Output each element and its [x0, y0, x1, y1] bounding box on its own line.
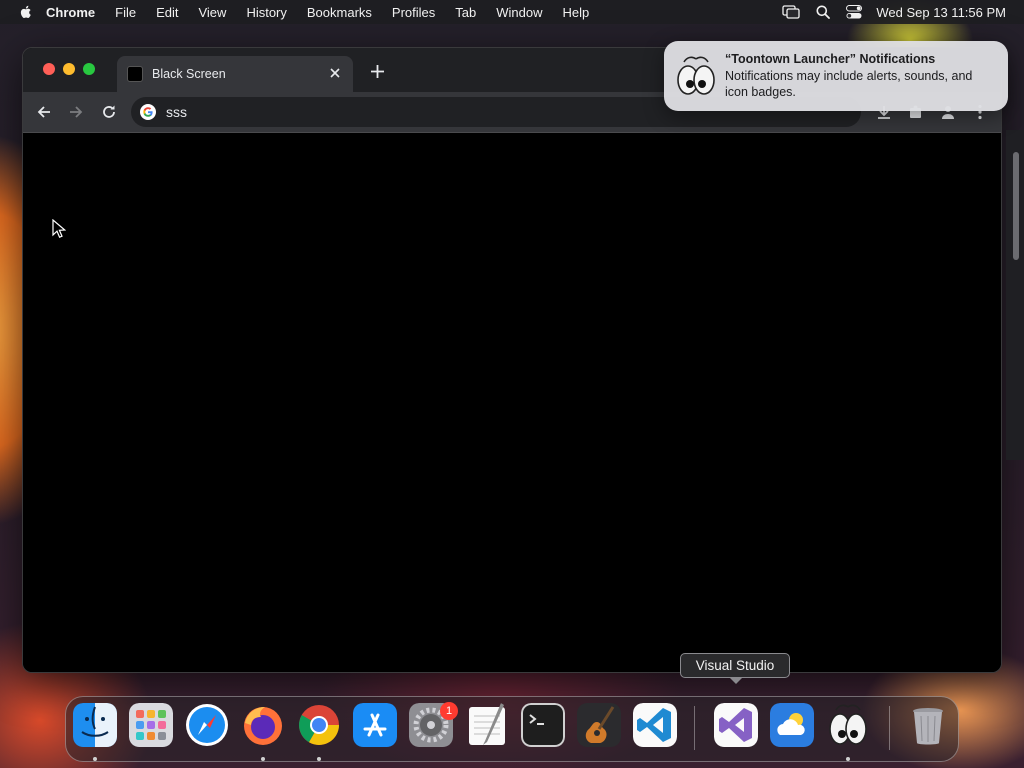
address-bar-text: sss	[166, 104, 187, 120]
window-controls	[43, 63, 103, 75]
dock-divider	[694, 706, 695, 750]
notification-title: “Toontown Launcher” Notifications	[725, 52, 936, 66]
menu-help[interactable]: Help	[563, 5, 590, 20]
menu-bar-clock[interactable]: Wed Sep 13 11:56 PM	[876, 5, 1006, 20]
page-content[interactable]	[23, 133, 1001, 672]
reload-icon	[103, 105, 115, 118]
background-scrollbar-thumb[interactable]	[1013, 152, 1019, 260]
app-store-icon[interactable]	[353, 703, 397, 747]
control-center-icon[interactable]	[846, 5, 863, 19]
menu-app-name[interactable]: Chrome	[46, 5, 95, 20]
back-button[interactable]	[34, 102, 54, 122]
menu-bar: Chrome File Edit View History Bookmarks …	[0, 0, 1024, 24]
spotlight-search-icon[interactable]	[816, 5, 831, 19]
dock-tooltip: Visual Studio	[680, 653, 790, 684]
reload-button[interactable]	[99, 102, 119, 122]
weather-icon[interactable]	[770, 703, 814, 747]
finder-icon[interactable]	[73, 703, 117, 747]
system-settings-badge: 1	[440, 702, 458, 720]
visual-studio-icon[interactable]	[714, 703, 758, 747]
menu-file[interactable]: File	[115, 5, 136, 20]
firefox-icon[interactable]	[241, 703, 285, 747]
arrow-right-icon	[70, 106, 83, 118]
browser-window: Black Screen sss	[22, 47, 1002, 673]
mouse-cursor-icon	[52, 219, 66, 238]
screen-mirroring-icon[interactable]	[782, 5, 801, 19]
safari-icon[interactable]	[185, 703, 229, 747]
menu-tab[interactable]: Tab	[455, 5, 476, 20]
trash-icon[interactable]	[906, 703, 950, 747]
toontown-launcher-icon	[677, 56, 715, 95]
chrome-icon[interactable]	[297, 703, 341, 747]
tab-title: Black Screen	[152, 67, 226, 81]
toontown-running-dot	[846, 757, 850, 761]
finder-running-dot	[93, 757, 97, 761]
textedit-icon[interactable]	[465, 703, 509, 747]
arrow-left-icon	[37, 106, 50, 118]
firefox-running-dot	[261, 757, 265, 761]
google-icon	[140, 104, 156, 120]
garageband-icon[interactable]	[577, 703, 621, 747]
tab-close-icon[interactable]	[327, 65, 343, 81]
notification-banner[interactable]: “Toontown Launcher” Notifications Notifi…	[664, 41, 1008, 111]
menu-window[interactable]: Window	[496, 5, 542, 20]
launchpad-icon[interactable]	[129, 703, 173, 747]
plus-icon	[370, 64, 384, 78]
window-maximize-button[interactable]	[83, 63, 95, 75]
menu-profiles[interactable]: Profiles	[392, 5, 435, 20]
toontown-launcher-dock-icon[interactable]	[826, 703, 870, 747]
window-minimize-button[interactable]	[63, 63, 75, 75]
new-tab-button[interactable]	[367, 61, 387, 81]
chrome-running-dot	[317, 757, 321, 761]
notification-body: Notifications may include alerts, sounds…	[725, 69, 973, 99]
terminal-icon[interactable]	[521, 703, 565, 747]
menu-edit[interactable]: Edit	[156, 5, 178, 20]
browser-tab-active[interactable]: Black Screen	[117, 56, 353, 92]
forward-button[interactable]	[66, 102, 86, 122]
menu-history[interactable]: History	[246, 5, 286, 20]
dock-divider-trash	[889, 706, 890, 750]
apple-icon[interactable]	[18, 4, 34, 20]
window-close-button[interactable]	[43, 63, 55, 75]
vscode-icon[interactable]	[633, 703, 677, 747]
menu-bookmarks[interactable]: Bookmarks	[307, 5, 372, 20]
menu-view[interactable]: View	[198, 5, 226, 20]
tab-favicon-icon	[127, 66, 143, 82]
